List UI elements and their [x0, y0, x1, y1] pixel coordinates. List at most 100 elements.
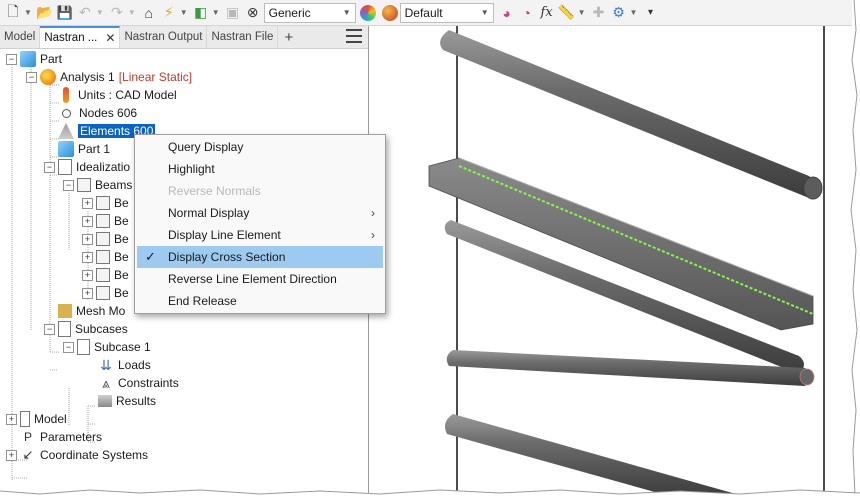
- tree-node-subcase1[interactable]: − Subcase 1: [63, 338, 151, 356]
- new-dropdown-icon[interactable]: ▼: [24, 8, 32, 17]
- menu-item-highlight[interactable]: Highlight: [135, 158, 385, 180]
- clear-appearance-icon[interactable]: ◔: [518, 3, 536, 23]
- tree-label: Analysis 1: [60, 70, 115, 84]
- expand-icon[interactable]: +: [82, 269, 93, 281]
- menu-item-reverse-line-element-direction[interactable]: Reverse Line Element Direction: [135, 268, 385, 290]
- expand-icon[interactable]: +: [82, 233, 93, 245]
- customize-toolbar-icon[interactable]: ▾: [641, 3, 659, 23]
- part-icon: [58, 141, 74, 157]
- collapse-icon[interactable]: −: [26, 71, 37, 83]
- menu-item-query-display[interactable]: Query Display: [135, 136, 385, 158]
- tree-node-beam-item[interactable]: + Be: [82, 248, 129, 266]
- collapse-icon[interactable]: −: [63, 341, 74, 353]
- menu-item-reverse-normals: Reverse Normals: [135, 180, 385, 202]
- fx-parameters-icon[interactable]: fx: [538, 3, 556, 23]
- close-icon[interactable]: ✕: [105, 31, 115, 45]
- update-dropdown-icon[interactable]: ▼: [180, 8, 188, 17]
- tab-model[interactable]: Model: [0, 26, 41, 48]
- appearance-icon[interactable]: [359, 4, 376, 21]
- ilogic-icon[interactable]: ⚙: [610, 3, 628, 23]
- menu-item-label: Normal Display: [168, 206, 250, 220]
- appearance-combo[interactable]: Default ▼: [399, 2, 494, 23]
- measure-dropdown-icon[interactable]: ▼: [578, 8, 586, 17]
- home-icon[interactable]: ⌂: [140, 3, 158, 23]
- tree-node-analysis[interactable]: − Analysis 1 [Linear Static]: [26, 68, 192, 86]
- collapse-icon[interactable]: −: [63, 179, 74, 191]
- collapse-icon[interactable]: −: [6, 53, 17, 65]
- collapse-icon[interactable]: −: [44, 323, 55, 335]
- tree-node-units[interactable]: Units : CAD Model: [58, 86, 177, 104]
- menu-item-display-line-element[interactable]: Display Line Element ›: [135, 224, 385, 246]
- adjust-appearance-icon[interactable]: ◕: [498, 3, 516, 23]
- expand-icon[interactable]: +: [6, 449, 17, 461]
- select-icon[interactable]: ◧: [192, 3, 210, 23]
- update-icon[interactable]: ⚡: [160, 3, 178, 23]
- tree-node-nodes[interactable]: Nodes 606: [58, 104, 137, 122]
- material-combo[interactable]: Generic ▼: [263, 2, 356, 23]
- ilogic-dropdown-icon[interactable]: ▼: [630, 8, 638, 17]
- torn-edge-bottom: [0, 489, 860, 496]
- menu-item-label: End Release: [168, 294, 237, 308]
- select-dropdown-icon[interactable]: ▼: [212, 8, 220, 17]
- tree-node-constraints[interactable]: ⩓ Constraints: [98, 374, 179, 392]
- tree-node-model[interactable]: + Model: [6, 410, 67, 428]
- tree-node-idealization[interactable]: − Idealizatio: [44, 158, 130, 176]
- open-folder-icon[interactable]: 📂: [36, 3, 54, 23]
- loads-icon: ⇊: [100, 357, 112, 373]
- menu-item-display-cross-section[interactable]: ✓ Display Cross Section: [137, 246, 383, 268]
- tree-label: Be: [114, 196, 129, 210]
- new-document-icon[interactable]: 🗋: [4, 3, 22, 23]
- checkmark-icon: ✓: [145, 249, 156, 264]
- hamburger-menu-icon[interactable]: [346, 29, 362, 43]
- tree-label: Be: [114, 250, 129, 264]
- tree-node-coordinate-systems[interactable]: + ↙ Coordinate Systems: [6, 446, 148, 464]
- add-icon[interactable]: ✚: [590, 3, 608, 23]
- menu-item-normal-display[interactable]: Normal Display ›: [135, 202, 385, 224]
- beam-icon: [77, 178, 91, 192]
- expand-icon[interactable]: +: [82, 215, 93, 227]
- tab-label: Nastran Output: [124, 31, 203, 43]
- graphics-viewport[interactable]: [369, 26, 852, 496]
- undo-dropdown-icon[interactable]: ▼: [96, 8, 104, 17]
- beam-icon: [96, 196, 110, 210]
- tree-node-mesh[interactable]: Mesh Mo: [58, 302, 125, 320]
- redo-dropdown-icon[interactable]: ▼: [128, 8, 136, 17]
- tab-nastran-file[interactable]: Nastran File: [207, 26, 279, 48]
- expand-icon[interactable]: +: [82, 287, 93, 299]
- undo-icon[interactable]: ↶: [76, 3, 94, 23]
- menu-item-end-release[interactable]: End Release: [135, 290, 385, 312]
- tube-beam[interactable]: [445, 414, 743, 496]
- tree-node-subcases[interactable]: − Subcases: [44, 320, 128, 338]
- measure-tool-icon[interactable]: 📏: [558, 3, 576, 23]
- material-icon[interactable]: ⊗: [244, 3, 262, 23]
- tree-node-part[interactable]: − Part: [6, 50, 62, 68]
- mesh-icon: [58, 304, 72, 318]
- menu-item-label: Reverse Normals: [168, 184, 261, 198]
- save-icon[interactable]: 💾: [56, 3, 74, 23]
- tab-nastran-output[interactable]: Nastran Output: [120, 26, 208, 48]
- model-view[interactable]: [369, 26, 852, 496]
- redo-icon[interactable]: ↷: [108, 3, 126, 23]
- tree-node-beam-item[interactable]: + Be: [82, 284, 129, 302]
- expand-icon[interactable]: +: [82, 251, 93, 263]
- part-icon: [20, 51, 36, 67]
- tab-label: Nastran File: [211, 31, 274, 43]
- tree-node-beam-item[interactable]: + Be: [82, 266, 129, 284]
- tree-node-part1[interactable]: Part 1: [58, 140, 110, 158]
- expand-icon[interactable]: +: [82, 197, 93, 209]
- expand-icon[interactable]: +: [6, 413, 17, 425]
- tree-node-beam-item[interactable]: + Be: [82, 194, 129, 212]
- tree-node-beam-item[interactable]: + Be: [82, 212, 129, 230]
- tab-nastran[interactable]: Nastran ... ✕: [40, 26, 121, 48]
- tab-label: Nastran ...: [44, 32, 98, 44]
- tree-label: Parameters: [40, 430, 103, 444]
- tree-node-loads[interactable]: ⇊ Loads: [98, 356, 151, 374]
- tree-node-results[interactable]: Results: [98, 392, 156, 410]
- tree-node-beam-item[interactable]: + Be: [82, 230, 129, 248]
- tree-node-beams[interactable]: − Beams: [63, 176, 132, 194]
- add-tab-button[interactable]: +: [278, 26, 299, 48]
- measure-icon[interactable]: ▣: [224, 3, 242, 23]
- tree-node-parameters[interactable]: P Parameters: [20, 428, 102, 446]
- collapse-icon[interactable]: −: [44, 161, 55, 173]
- beam-icon: [96, 232, 110, 246]
